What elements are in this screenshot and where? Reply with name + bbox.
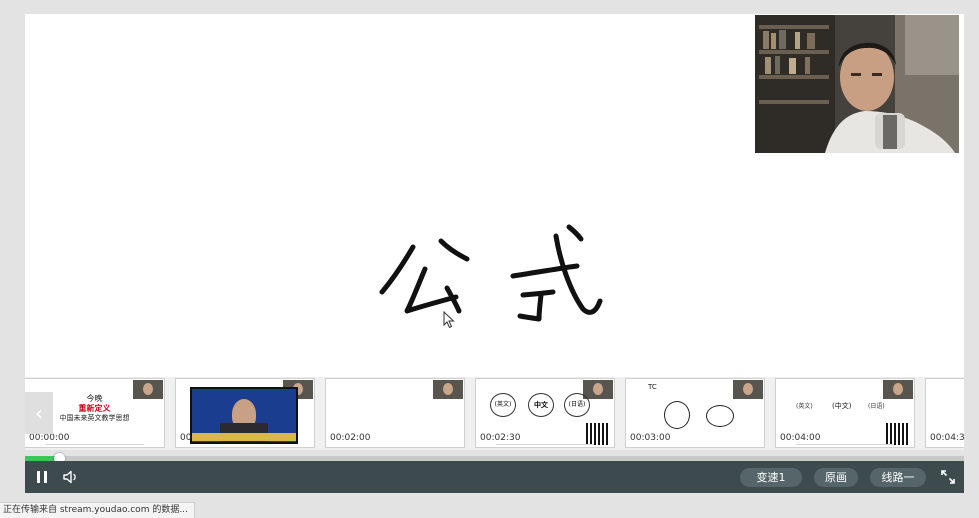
thumbnail-footer-line — [796, 444, 894, 445]
thumbnail-footer-line — [496, 444, 594, 445]
thumbnail-bubble: (日语) — [564, 393, 590, 417]
thumbnail-circle — [706, 405, 734, 427]
fullscreen-button[interactable] — [938, 461, 958, 493]
original-quality-button[interactable]: 原画 — [814, 468, 858, 487]
speed-button[interactable]: 变速1 — [740, 468, 802, 487]
thumbnail-timestamp: 00:02:00 — [330, 433, 371, 443]
thumbnail-label: (日语) — [868, 403, 885, 410]
chevron-left-icon: ‹ — [35, 401, 43, 425]
thumbnail-timestamp: 00:03:00 — [630, 433, 671, 443]
thumbnail-webcam — [433, 380, 463, 399]
thumbnail-circle — [664, 401, 690, 429]
volume-button[interactable] — [61, 461, 83, 493]
speaker-icon — [63, 470, 76, 484]
thumbnail-video-frame — [190, 387, 298, 444]
thumbnail-webcam — [883, 380, 913, 399]
thumbnail-bubble: (英文) — [490, 393, 516, 417]
thumbnail-timestamp: 00:02:30 — [480, 433, 521, 443]
qr-code-icon — [886, 423, 910, 445]
qr-code-icon — [586, 423, 610, 445]
thumbnail-label: (中文) — [832, 402, 852, 410]
thumbnail-webcam — [733, 380, 763, 399]
thumbnail-1[interactable]: 00 — [175, 378, 315, 448]
thumbnail-6[interactable]: 00:04:30 — [925, 378, 964, 448]
browser-status-bar: 正在传输来自 stream.youdao.com 的数据... — [0, 502, 195, 518]
thumbnail-timestamp: 00:04:30 — [930, 433, 964, 443]
pause-button[interactable] — [33, 461, 51, 493]
pause-icon — [37, 471, 47, 483]
thumbnail-footer-line — [45, 444, 144, 445]
thumbnail-note: TC — [648, 383, 657, 391]
thumbnail-4[interactable]: TC 00:03:00 — [625, 378, 765, 448]
mouse-cursor-icon — [443, 311, 455, 329]
thumbnail-strip: 今晚 重新定义 中国未来英文教学思想 00:00:00 00 00:02:00 … — [25, 377, 964, 450]
thumbnail-5[interactable]: (英文) (中文) (日语) 00:04:00 — [775, 378, 915, 448]
bubble-text: 中文 — [534, 401, 548, 409]
thumbnail-timestamp: 00:00:00 — [29, 433, 70, 443]
thumbnail-3[interactable]: (英文) 中文 (日语) 00:02:30 — [475, 378, 615, 448]
thumbnail-2[interactable]: 00:02:00 — [325, 378, 465, 448]
thumbnail-prev-button[interactable]: ‹ — [25, 392, 53, 434]
line-select-button[interactable]: 线路一 — [870, 468, 926, 487]
thumbnail-bubble: 中文 — [528, 393, 554, 417]
thumbnail-timestamp: 00 — [180, 433, 192, 443]
player-controls: 变速1 原画 线路一 — [25, 461, 964, 493]
bubble-text: (英文) — [494, 401, 512, 408]
thumbnail-webcam — [583, 380, 613, 399]
handwritten-text — [379, 224, 603, 322]
thumbnail-timestamp: 00:04:00 — [780, 433, 821, 443]
expand-icon — [941, 470, 955, 484]
bubble-text: (日语) — [568, 401, 586, 408]
instructor-webcam — [755, 15, 959, 153]
thumbnail-label: (英文) — [796, 403, 813, 410]
